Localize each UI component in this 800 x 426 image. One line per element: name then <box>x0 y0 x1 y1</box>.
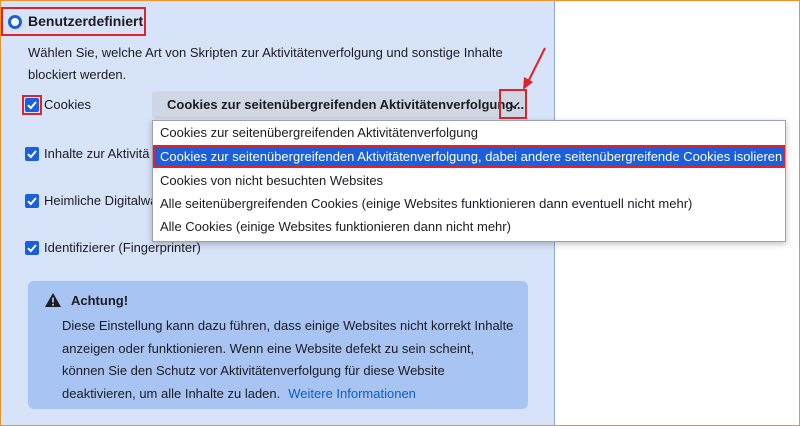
dropdown-option[interactable]: Alle Cookies (einige Websites funktionie… <box>153 215 785 238</box>
checkbox-checked-icon[interactable] <box>25 98 39 112</box>
cookies-select[interactable]: Cookies zur seitenübergreifenden Aktivit… <box>152 91 527 119</box>
warning-box: Achtung! Diese Einstellung kann dazu füh… <box>28 281 528 409</box>
dropdown-option[interactable]: Cookies von nicht besuchten Websites <box>153 169 785 192</box>
dropdown-option-selected[interactable]: Cookies zur seitenübergreifenden Aktivit… <box>153 145 785 168</box>
warning-body: Diese Einstellung kann dazu führen, dass… <box>62 315 517 405</box>
radio-selected-icon[interactable] <box>8 15 22 29</box>
warning-title: Achtung! <box>71 293 129 308</box>
dropdown-option[interactable]: Alle seitenübergreifenden Cookies (einig… <box>153 192 785 215</box>
checkbox-checked-icon[interactable] <box>25 194 39 208</box>
cookies-select-value: Cookies zur seitenübergreifenden Aktivit… <box>167 97 525 112</box>
dropdown-option[interactable]: Cookies zur seitenübergreifenden Aktivit… <box>153 121 785 144</box>
warning-icon <box>45 293 61 307</box>
custom-option-label[interactable]: Benutzerdefiniert <box>28 13 143 29</box>
checkbox-checked-icon[interactable] <box>25 241 39 255</box>
cookies-checkbox-label[interactable]: Cookies <box>44 97 91 112</box>
annotation-arrow-icon <box>523 47 546 90</box>
tracking-content-checkbox-label[interactable]: Inhalte zur Aktivitä <box>44 146 150 161</box>
fingerprinters-checkbox-label[interactable]: Identifizierer (Fingerprinter) <box>44 240 201 255</box>
cookies-select-dropdown-button[interactable] <box>499 89 527 119</box>
checkbox-checked-icon[interactable] <box>25 147 39 161</box>
cryptominers-checkbox-label[interactable]: Heimliche Digitalwä <box>44 193 157 208</box>
chevron-down-icon <box>508 102 520 109</box>
cookies-dropdown-list: Cookies zur seitenübergreifenden Aktivit… <box>152 120 786 242</box>
custom-option-description: Wählen Sie, welche Art von Skripten zur … <box>28 45 503 82</box>
learn-more-link[interactable]: Weitere Informationen <box>288 386 416 401</box>
